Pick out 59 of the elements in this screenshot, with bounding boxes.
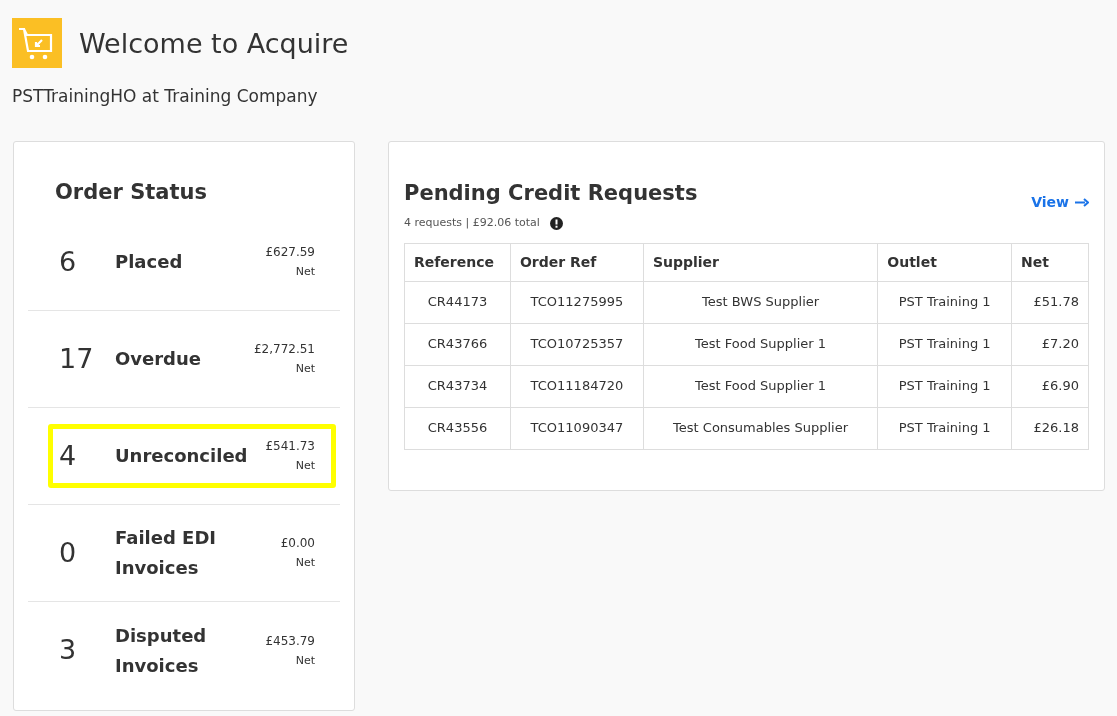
- status-amount: £0.00: [280, 535, 315, 553]
- status-count: 0: [59, 535, 78, 570]
- status-count: 4: [59, 438, 78, 473]
- net-label: Net: [295, 555, 315, 572]
- table-cell: TCO11090347: [510, 407, 644, 449]
- status-row[interactable]: 3 Disputed Invoices £453.79 Net: [48, 618, 336, 683]
- status-label: Disputed Invoices: [115, 623, 208, 678]
- column-header: Reference: [404, 243, 511, 281]
- table-cell: PST Training 1: [877, 407, 1012, 449]
- table-cell: PST Training 1: [877, 323, 1012, 365]
- net-label: Net: [295, 652, 315, 669]
- table-cell: CR43556: [404, 407, 511, 449]
- column-header: Supplier: [643, 243, 878, 281]
- status-label: Failed EDI Invoices: [115, 526, 218, 580]
- arrow-right-icon: [1075, 197, 1089, 207]
- net-label: Net: [295, 458, 315, 475]
- card-title: Order Status: [54, 178, 207, 206]
- table-cell: Test BWS Supplier: [643, 281, 878, 323]
- table-cell: £26.18: [1011, 407, 1089, 449]
- view-link[interactable]: View: [1031, 191, 1089, 213]
- status-row[interactable]: 6 Placed £627.59 Net: [48, 230, 336, 294]
- table-cell: £6.90: [1011, 365, 1089, 407]
- table-cell: TCO11275995: [510, 281, 644, 323]
- table-cell: £7.20: [1011, 323, 1089, 365]
- highlighted-status-row[interactable]: 4 Unreconciled £541.73 Net: [48, 424, 336, 488]
- status-amount: £453.79: [265, 632, 315, 650]
- table-cell: £51.78: [1011, 281, 1089, 323]
- status-amount: £541.73: [265, 438, 315, 456]
- status-row[interactable]: 17 Overdue £2,772.51 Net: [48, 327, 336, 391]
- card-title: Pending Credit Requests: [404, 179, 698, 207]
- status-label: Unreconciled: [115, 444, 249, 468]
- table-cell: Test Food Supplier 1: [643, 365, 878, 407]
- summary-text: 4 requests | £92.06 total: [404, 215, 540, 231]
- status-count: 3: [59, 633, 78, 668]
- table-cell: Test Consumables Supplier: [643, 407, 878, 449]
- status-count: 17: [59, 341, 95, 376]
- status-row[interactable]: 0 Failed EDI Invoices £0.00 Net: [48, 521, 336, 585]
- user-company-text: PSTTrainingHO at Training Company: [12, 85, 318, 108]
- status-count: 6: [59, 244, 78, 279]
- table-cell: TCO11184720: [510, 365, 644, 407]
- net-label: Net: [295, 264, 315, 281]
- table-cell: PST Training 1: [877, 365, 1012, 407]
- column-header: Outlet: [877, 243, 1012, 281]
- table-cell: TCO10725357: [510, 323, 644, 365]
- info-icon: [549, 216, 563, 230]
- status-amount: £2,772.51: [253, 341, 315, 359]
- table-cell: CR43766: [404, 323, 511, 365]
- status-amount: £627.59: [265, 244, 315, 262]
- column-header: Order Ref: [510, 243, 644, 281]
- column-header: Net: [1011, 243, 1089, 281]
- table-cell: PST Training 1: [877, 281, 1012, 323]
- status-label: Placed: [115, 250, 184, 274]
- table-cell: CR43734: [404, 365, 511, 407]
- net-label: Net: [295, 361, 315, 378]
- table-cell: CR44173: [404, 281, 511, 323]
- page-title: Welcome to Acquire: [79, 29, 349, 57]
- shopping-cart-icon: [12, 18, 62, 68]
- table-cell: Test Food Supplier 1: [643, 323, 878, 365]
- status-label: Overdue: [115, 347, 203, 371]
